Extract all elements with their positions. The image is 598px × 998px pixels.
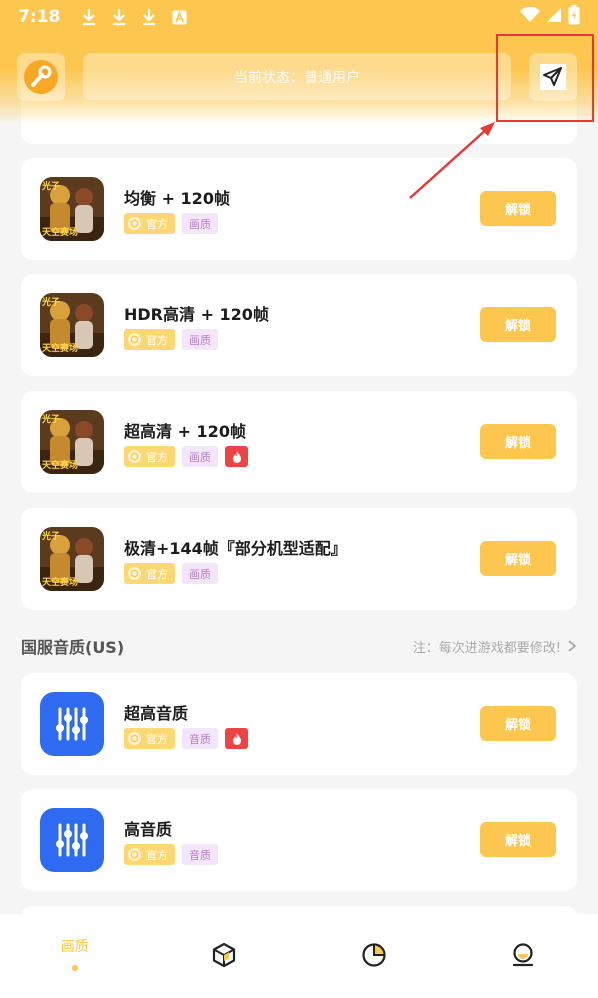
profile-icon <box>513 943 534 967</box>
item-title: 高音质 <box>124 820 173 839</box>
item-title: 均衡 + 120帧 <box>124 189 230 208</box>
game-thumbnail: 光子 天空赛场 <box>40 410 104 474</box>
chevron-right-icon <box>568 640 577 652</box>
fire-icon <box>225 728 248 749</box>
svg-text:天空赛场: 天空赛场 <box>42 459 78 471</box>
tools-button[interactable] <box>17 53 65 101</box>
font-a-icon <box>168 7 190 27</box>
status-bar: 7:18 <box>0 0 598 34</box>
item-title: HDR高清 + 120帧 <box>124 305 269 324</box>
official-tag: 官方 <box>124 329 175 350</box>
svg-text:光子: 光子 <box>41 530 60 542</box>
fire-icon <box>225 446 248 467</box>
clock: 7:18 <box>18 7 61 27</box>
section-title: 国服音质(US) <box>21 638 125 657</box>
nav-tab-profile[interactable] <box>449 914 598 968</box>
category-tag: 画质 <box>182 329 218 350</box>
coin-icon <box>128 732 141 745</box>
unlock-button[interactable]: 解锁 <box>480 706 556 741</box>
category-tag: 音质 <box>182 844 218 865</box>
cube-icon <box>213 942 236 968</box>
category-tag: 画质 <box>182 213 218 234</box>
unlock-button[interactable]: 解锁 <box>480 307 556 342</box>
nav-label: 画质 <box>60 939 89 955</box>
nav-tab-cube[interactable] <box>150 914 300 968</box>
svg-text:光子: 光子 <box>41 413 60 425</box>
svg-text:天空赛场: 天空赛场 <box>42 226 78 238</box>
game-thumbnail: 光子 天空赛场 <box>40 293 104 357</box>
coin-icon <box>128 848 141 861</box>
equalizer-icon <box>40 692 104 756</box>
nav-tab-stats[interactable] <box>299 914 449 968</box>
item-title: 极清+144帧『部分机型适配』 <box>124 539 347 558</box>
svg-text:光子: 光子 <box>41 296 60 308</box>
unlock-button[interactable]: 解锁 <box>480 541 556 576</box>
pie-chart-icon <box>362 943 386 967</box>
svg-text:光子: 光子 <box>41 180 60 192</box>
svg-text:天空赛场: 天空赛场 <box>42 576 78 588</box>
battery-icon <box>568 4 580 30</box>
signal-icon <box>546 7 562 28</box>
official-tag: 官方 <box>124 446 175 467</box>
active-dot <box>71 965 78 971</box>
wrench-icon <box>24 60 58 94</box>
unlock-button[interactable]: 解锁 <box>480 424 556 459</box>
annotation-arrow <box>409 122 495 199</box>
official-tag: 官方 <box>124 728 175 749</box>
list-item: 光子 天空赛场 HDR高清 + 120帧 官方 画质 解锁 <box>21 274 577 376</box>
annotation-highlight-box <box>496 34 594 122</box>
list-item: 光子 天空赛场 极清+144帧『部分机型适配』 官方 画质 解锁 <box>21 508 577 610</box>
unlock-button[interactable]: 解锁 <box>480 822 556 857</box>
official-tag: 官方 <box>124 563 175 584</box>
item-title: 超高音质 <box>124 704 189 723</box>
list-item: 光子 天空赛场 超高清 + 120帧 官方 画质 解锁 <box>21 391 577 493</box>
download-icon <box>108 7 130 27</box>
section-note[interactable]: 注：每次进游戏都要修改! <box>413 637 577 656</box>
user-status: 当前状态：普通用户 <box>83 53 511 100</box>
official-tag: 官方 <box>124 213 175 234</box>
coin-icon <box>128 450 141 463</box>
list-item: 高音质 官方 音质 解锁 <box>21 789 577 891</box>
coin-icon <box>128 217 141 230</box>
category-tag: 画质 <box>182 446 218 467</box>
category-tag: 画质 <box>182 563 218 584</box>
svg-text:天空赛场: 天空赛场 <box>42 342 78 354</box>
game-thumbnail: 光子 天空赛场 <box>40 177 104 241</box>
nav-tab-quality[interactable]: 画质 <box>0 914 150 971</box>
bottom-navigation: 画质 <box>0 914 598 998</box>
game-thumbnail: 光子 天空赛场 <box>40 527 104 591</box>
list-item: 超高音质 官方 音质 解锁 <box>21 673 577 775</box>
item-title: 超高清 + 120帧 <box>124 422 246 441</box>
download-icon <box>78 7 100 27</box>
category-tag: 音质 <box>182 728 218 749</box>
official-tag: 官方 <box>124 844 175 865</box>
wifi-icon <box>520 6 540 28</box>
coin-icon <box>128 333 141 346</box>
equalizer-icon <box>40 808 104 872</box>
download-icon <box>138 7 160 27</box>
section-header: 国服音质(US) 注：每次进游戏都要修改! <box>21 633 577 659</box>
coin-icon <box>128 567 141 580</box>
